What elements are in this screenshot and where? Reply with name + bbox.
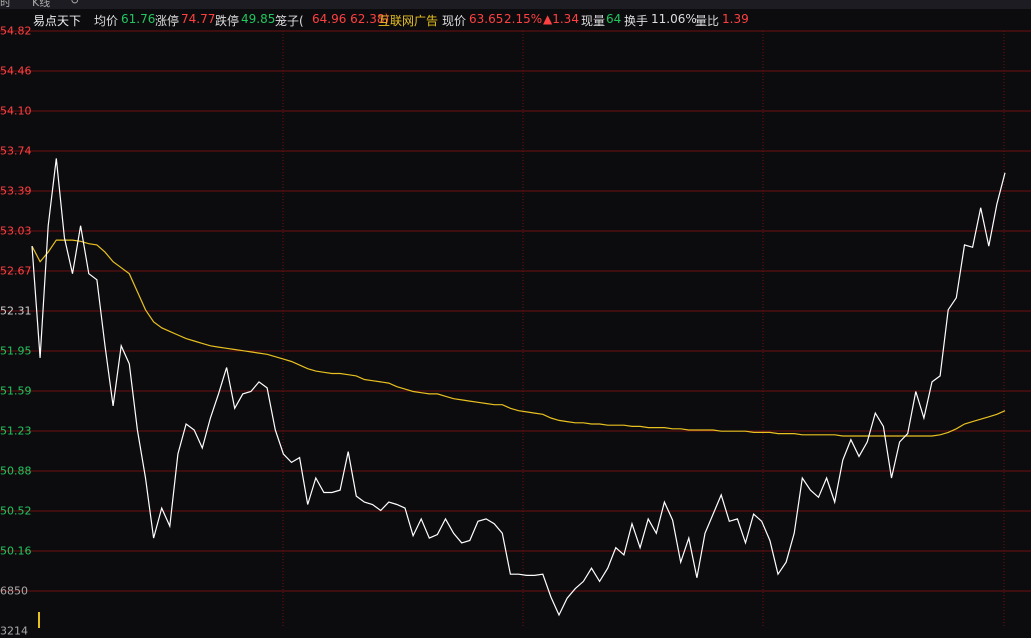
- y-axis-label: 54.10: [0, 104, 32, 118]
- y-axis-label: 51.23: [0, 424, 32, 438]
- intraday-chart[interactable]: [0, 0, 1031, 628]
- y-axis-label: 50.88: [0, 464, 32, 478]
- y-axis-label: 53.74: [0, 144, 32, 158]
- avg-price-line: [31, 239, 1006, 437]
- y-axis-label: 50.16: [0, 544, 32, 558]
- y-axis-label: 53.03: [0, 224, 32, 238]
- y-axis-label: 51.95: [0, 344, 32, 358]
- y-axis-label: 3214: [0, 624, 28, 638]
- y-axis-label: 50.52: [0, 504, 32, 518]
- y-axis-label: 54.46: [0, 64, 32, 78]
- y-axis-label: 53.39: [0, 184, 32, 198]
- price-line: [31, 158, 1006, 617]
- y-axis-label: 52.31: [0, 304, 32, 318]
- y-axis-label: 51.59: [0, 384, 32, 398]
- y-axis-label: 6850: [0, 584, 28, 598]
- y-axis-label: 54.82: [0, 24, 32, 38]
- y-axis-label: 52.67: [0, 264, 32, 278]
